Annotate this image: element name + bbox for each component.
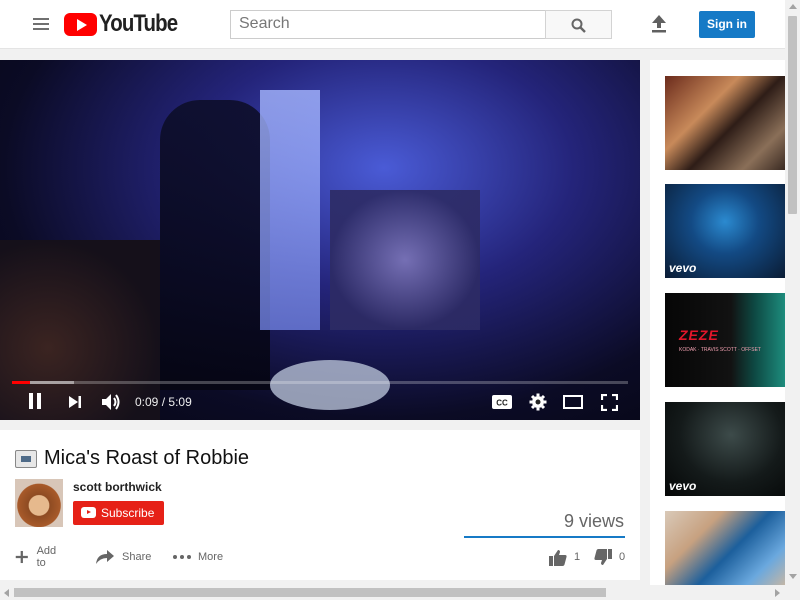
dislike-button[interactable]: 0 — [594, 547, 625, 567]
current-time: 0:09 — [135, 395, 159, 409]
sentiment-bar — [464, 536, 625, 538]
youtube-small-logo-icon — [81, 507, 96, 518]
thumbnail-overlay-subtitle: KODAK · TRAVIS SCOTT · OFFSET — [679, 347, 761, 353]
subscribe-label: Subscribe — [101, 506, 155, 520]
share-label: Share — [122, 551, 152, 563]
vevo-badge: vevo — [669, 261, 697, 275]
settings-gear-icon[interactable] — [529, 393, 547, 416]
like-button[interactable]: 1 — [549, 547, 580, 567]
captions-icon[interactable]: CC — [492, 395, 512, 414]
thumbs-down-icon — [594, 548, 612, 565]
channel-name[interactable]: scott borthwick — [73, 480, 162, 494]
duration: 5:09 — [168, 395, 192, 409]
progress-bar[interactable] — [12, 381, 628, 384]
fullscreen-icon[interactable] — [600, 393, 619, 416]
scroll-right-arrow-icon[interactable] — [775, 589, 780, 597]
thumbs-up-icon — [549, 549, 567, 566]
theater-mode-icon[interactable] — [563, 395, 583, 414]
subscribe-button[interactable]: Subscribe — [73, 501, 164, 525]
player-controls: 0:09 / 5:09 CC — [0, 388, 640, 418]
like-count: 1 — [574, 551, 581, 563]
scroll-left-arrow-icon[interactable] — [4, 589, 9, 597]
related-video-thumbnail[interactable] — [665, 511, 785, 585]
vertical-scroll-thumb[interactable] — [788, 16, 797, 214]
share-button[interactable]: Share — [95, 547, 151, 567]
add-to-label: Add to — [36, 545, 57, 569]
channel-avatar[interactable] — [15, 479, 63, 527]
video-title-row: Mica's Roast of Robbie — [15, 447, 249, 470]
hamburger-menu-icon[interactable] — [33, 18, 49, 30]
search-icon — [571, 18, 586, 33]
unlisted-lock-icon — [15, 449, 37, 468]
upload-icon[interactable] — [650, 14, 668, 39]
time-display: 0:09 / 5:09 — [135, 395, 192, 409]
related-video-thumbnail[interactable]: vevo — [665, 184, 785, 278]
thumbnail-overlay-title: ZEZE — [679, 327, 719, 343]
view-count: 9 views — [563, 511, 624, 531]
youtube-logo[interactable]: YouTube — [64, 10, 191, 37]
video-info-panel: Mica's Roast of Robbie scott borthwick S… — [0, 430, 640, 580]
add-to-button[interactable]: Add to — [15, 545, 61, 569]
horizontal-scrollbar[interactable] — [0, 585, 785, 600]
progress-played — [12, 381, 30, 384]
related-videos-sidebar: vevo ZEZE KODAK · TRAVIS SCOTT · OFFSET … — [650, 60, 785, 585]
masthead: YouTube Search Sign in — [0, 0, 785, 49]
dislike-count: 0 — [619, 551, 626, 563]
youtube-play-logo-icon — [64, 12, 97, 36]
scroll-down-arrow-icon[interactable] — [789, 574, 797, 579]
video-frame-crowd — [330, 190, 480, 330]
time-separator: / — [161, 395, 166, 409]
pause-icon[interactable] — [27, 392, 43, 415]
signin-button[interactable]: Sign in — [699, 11, 755, 38]
video-title: Mica's Roast of Robbie — [44, 447, 250, 469]
share-arrow-icon — [96, 550, 114, 564]
related-video-thumbnail[interactable]: vevo — [665, 402, 785, 496]
related-video-thumbnail[interactable] — [665, 76, 785, 170]
vevo-badge: vevo — [669, 479, 697, 493]
horizontal-scroll-thumb[interactable] — [14, 588, 606, 597]
related-video-thumbnail[interactable]: ZEZE KODAK · TRAVIS SCOTT · OFFSET — [665, 293, 785, 387]
vertical-scrollbar[interactable] — [785, 0, 800, 600]
video-player[interactable]: 0:09 / 5:09 CC — [0, 60, 640, 420]
plus-icon — [15, 550, 28, 564]
video-frame-pillar — [260, 90, 320, 330]
more-button[interactable]: More — [172, 547, 223, 567]
video-frame-performer — [160, 100, 270, 390]
search-input[interactable]: Search — [230, 10, 546, 39]
svg-text:CC: CC — [496, 399, 508, 408]
scroll-up-arrow-icon[interactable] — [789, 4, 797, 9]
more-dots-icon — [173, 555, 191, 559]
logo-text: YouTube — [99, 10, 178, 37]
volume-icon[interactable] — [101, 393, 121, 416]
more-label: More — [198, 551, 224, 563]
next-icon[interactable] — [68, 395, 82, 414]
search-button[interactable] — [545, 10, 612, 39]
